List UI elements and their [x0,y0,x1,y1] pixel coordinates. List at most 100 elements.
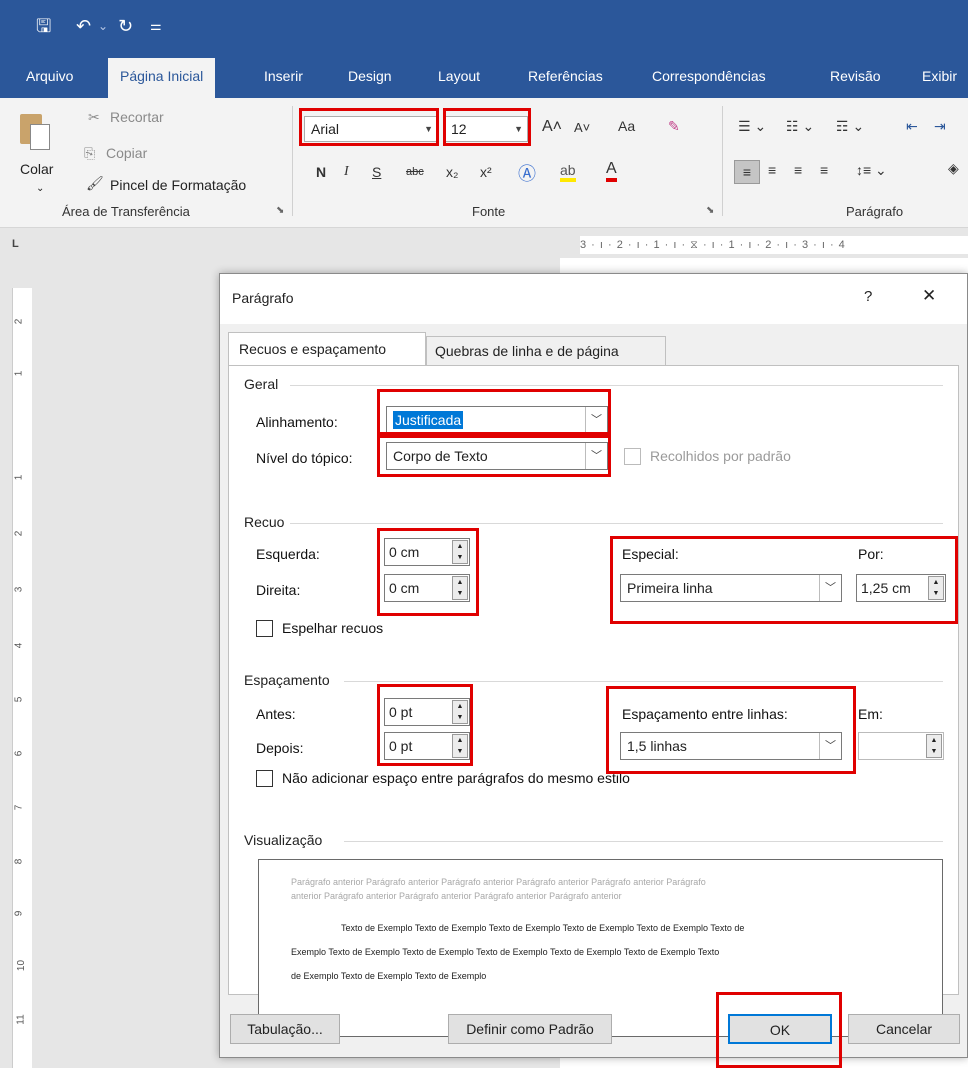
paragraph-group-label: Parágrafo [846,204,904,219]
tabulacao-button[interactable]: Tabulação... [230,1014,340,1044]
nao-adicionar-label: Não adicionar espaço entre parágrafos do… [282,770,630,786]
paste-icon[interactable] [20,110,52,150]
preview-sample-text: de Exemplo Texto de Exemplo Texto de Exe… [291,971,487,981]
undo-icon[interactable]: ↶ [76,14,91,38]
esquerda-label: Esquerda: [256,546,320,562]
grow-font-icon[interactable]: A˄ [542,118,562,136]
nao-adicionar-checkbox[interactable] [256,770,273,787]
tab-label: Recuos e espaçamento [239,341,387,357]
format-painter-icon[interactable]: 🖌 [86,174,104,192]
tab-pagina-inicial[interactable]: Página Inicial [108,58,216,98]
ribbon-tabs: Arquivo Página Inicial Inserir Design La… [0,54,968,98]
espelhar-checkbox[interactable] [256,620,273,637]
recolhidos-checkbox[interactable] [624,448,641,465]
ruler-number: 2 [13,318,25,325]
preview-sample-text: Texto de Exemplo Texto de Exemplo Texto … [341,923,745,933]
tab-exibir[interactable]: Exibir [922,66,957,86]
format-painter-button[interactable]: Pincel de Formatação [110,176,246,194]
font-launcher-icon[interactable]: ⬊ [706,202,714,220]
redo-icon[interactable]: ↻ [118,14,133,38]
copy-icon[interactable]: ⎘ [84,144,95,162]
tab-selector[interactable]: L [12,238,19,250]
highlight-color-icon[interactable]: ab [560,162,576,182]
ruler-number: 6 [13,750,25,757]
section-recuo: Recuo [244,514,285,530]
divider [344,681,943,682]
cut-icon[interactable]: ✂ [88,108,100,126]
text-effects-icon[interactable]: Ⓐ [518,160,536,186]
title-bar: 🖫 ↶ ⌄ ↻ ⚌ [0,0,968,54]
line-spacing-icon[interactable]: ↕≡ ⌄ [856,162,887,179]
horizontal-ruler[interactable]: 3 · ı · 2 · ı · 1 · ı · ⧖ · ı · 1 · ı · … [580,236,968,254]
tab-label: Quebras de linha e de página [435,343,619,359]
cut-button[interactable]: Recortar [110,108,164,126]
tab-referencias[interactable]: Referências [528,66,603,86]
paste-dropdown-icon[interactable]: ⌄ [36,180,44,198]
highlight-recuo [377,528,479,616]
divider [290,523,943,524]
highlight-alinhamento [377,389,611,435]
spinner-arrows-icon[interactable]: ▲ ▼ [926,734,942,758]
tab-correspondencias[interactable]: Correspondências [652,66,766,86]
dialog-title-bar: Parágrafo ? ✕ [220,274,967,324]
em-spinner[interactable]: ▲ ▼ [858,732,944,760]
align-right-icon[interactable]: ≡ [794,162,802,178]
change-case-icon[interactable]: Aa [618,118,635,134]
help-button[interactable]: ? [864,288,872,305]
recolhidos-label: Recolhidos por padrão [650,448,791,464]
shrink-font-icon[interactable]: A˅ [574,120,590,135]
section-visualizacao: Visualização [244,832,323,848]
ruler-number: 1 [13,474,25,481]
section-geral: Geral [244,376,279,392]
tab-inserir[interactable]: Inserir [264,66,303,86]
tab-quebras[interactable]: Quebras de linha e de página [426,336,666,366]
tab-recuos-espacamento[interactable]: Recuos e espaçamento [228,332,426,366]
numbering-icon[interactable]: ☷ ⌄ [786,118,814,135]
ruler-number: 8 [13,858,25,865]
increase-indent-icon[interactable]: ⇥ [934,118,946,135]
bold-icon[interactable]: N [316,164,326,180]
underline-icon[interactable]: S [372,164,381,180]
highlight-entre-linhas [606,686,856,774]
save-icon[interactable]: 🖫 [36,14,51,38]
vertical-ruler[interactable]: 2 1 1 2 3 4 5 6 7 8 9 10 11 [12,288,32,1068]
subscript-icon[interactable]: x₂ [446,164,458,180]
shading-icon[interactable]: ◈ [948,160,959,177]
cancelar-button[interactable]: Cancelar [848,1014,960,1044]
italic-icon[interactable]: I [344,164,349,180]
copy-button[interactable]: Copiar [106,144,147,162]
bullets-icon[interactable]: ☰ ⌄ [738,118,766,135]
ruler-number: 3 [13,586,25,593]
em-label: Em: [858,706,883,722]
tab-design[interactable]: Design [348,66,392,86]
separator [722,106,723,216]
definir-padrao-button[interactable]: Definir como Padrão [448,1014,612,1044]
highlight-font-name [299,108,439,146]
paste-button[interactable]: Colar [20,160,53,178]
multilevel-list-icon[interactable]: ☶ ⌄ [836,118,864,135]
close-icon[interactable]: ✕ [922,286,936,306]
depois-label: Depois: [256,740,304,756]
highlight-ok [716,992,842,1068]
justify-icon[interactable]: ≡ [820,162,828,178]
align-left-icon[interactable]: ≡ [734,160,760,184]
preview-previous-text: Parágrafo anterior Parágrafo anterior Pa… [291,877,706,887]
undo-dropdown-icon[interactable]: ⌄ [98,14,108,38]
tab-arquivo[interactable]: Arquivo [26,66,73,86]
font-color-icon[interactable]: A [606,160,617,182]
align-center-icon[interactable]: ≡ [768,162,776,178]
decrease-indent-icon[interactable]: ⇤ [906,118,918,135]
clear-format-icon[interactable]: ✎ [668,118,680,135]
superscript-icon[interactable]: x² [480,164,492,180]
preview-sample-text: Exemplo Texto de Exemplo Texto de Exempl… [291,947,720,957]
tab-layout[interactable]: Layout [438,66,480,86]
ruler-number: 9 [13,910,25,917]
customize-toolbar-icon[interactable]: ⚌ [150,14,162,38]
strikethrough-icon[interactable]: abc [406,166,424,178]
highlight-especial [610,536,958,624]
separator [292,106,293,216]
ruler-number: 7 [13,804,25,811]
ruler-number: 4 [13,642,25,649]
tab-revisao[interactable]: Revisão [830,66,881,86]
clipboard-launcher-icon[interactable]: ⬊ [276,202,284,220]
